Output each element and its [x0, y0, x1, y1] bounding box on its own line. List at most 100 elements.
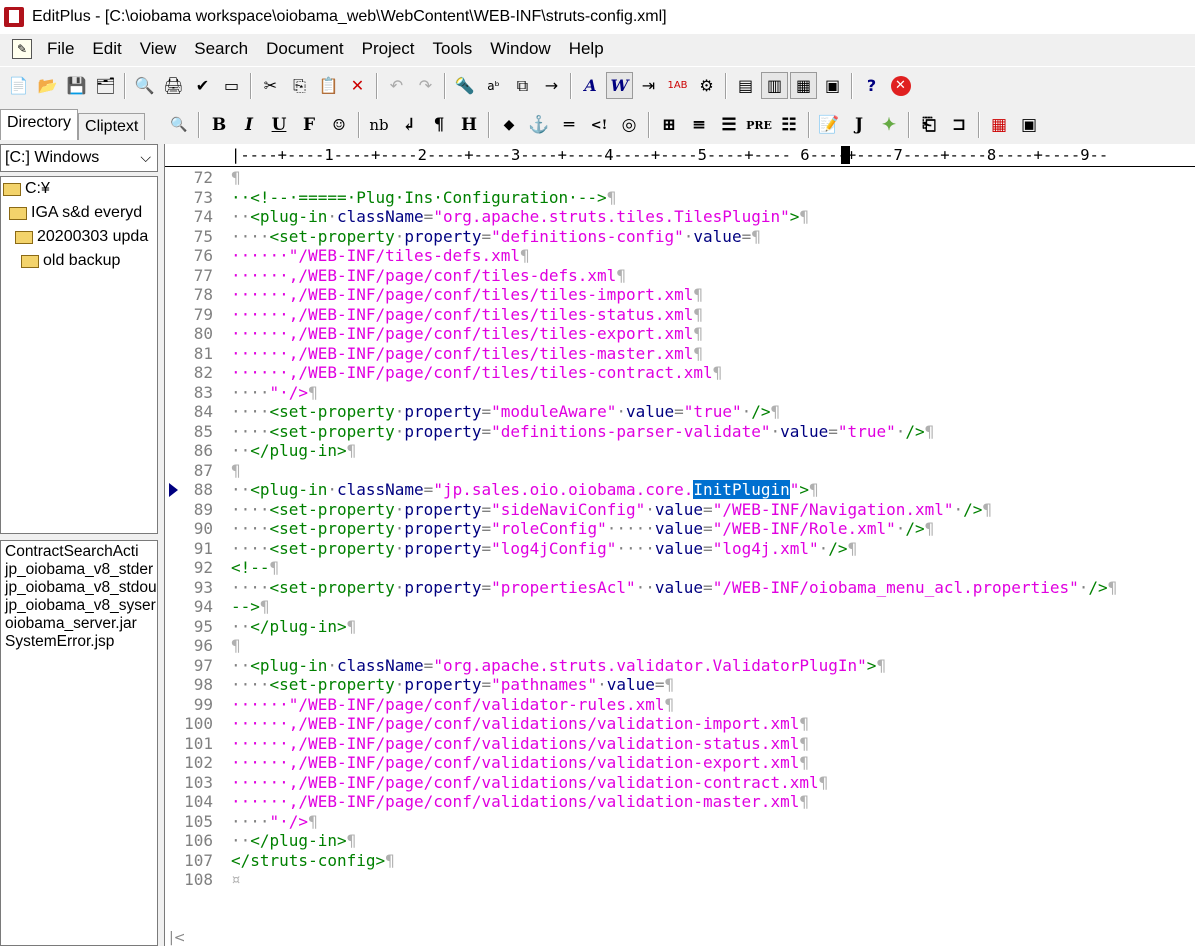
line-text[interactable]: ······,/WEB-INF/page/conf/validations/va…: [231, 792, 809, 812]
line-text[interactable]: ······,/WEB-INF/page/conf/tiles/tiles-im…: [231, 285, 703, 305]
line-text[interactable]: ¶: [231, 461, 241, 481]
line-text[interactable]: ····<set-property·property="definitions-…: [231, 422, 934, 442]
heading-icon[interactable]: H: [455, 111, 483, 139]
menu-file[interactable]: File: [38, 39, 83, 59]
form-icon[interactable]: 📝: [815, 111, 843, 139]
output-window-icon[interactable]: ▥: [761, 72, 788, 99]
code-line[interactable]: 81 ······,/WEB-INF/page/conf/tiles/tiles-…: [165, 344, 1195, 364]
line-text[interactable]: <!--¶: [231, 558, 279, 578]
horizontal-scrollbar[interactable]: |<: [169, 930, 1189, 946]
code-line[interactable]: 96 ¶: [165, 636, 1195, 656]
code-line[interactable]: 97 ··<plug-in·className="org.apache.strut…: [165, 656, 1195, 676]
file-list[interactable]: ContractSearchActi jp_oiobama_v8_stder j…: [0, 540, 158, 946]
code-line[interactable]: 84 ····<set-property·property="moduleAwar…: [165, 402, 1195, 422]
spellcheck-icon[interactable]: ✔: [189, 72, 216, 99]
toolbar-toggle-icon[interactable]: ▤: [732, 72, 759, 99]
image-icon[interactable]: ◆: [495, 111, 523, 139]
code-line[interactable]: 92 <!--¶: [165, 558, 1195, 578]
document-menu-icon[interactable]: ✎: [12, 39, 32, 59]
fullscreen-icon[interactable]: ▣: [819, 72, 846, 99]
help-icon[interactable]: ?: [858, 72, 885, 99]
code-line[interactable]: 79 ······,/WEB-INF/page/conf/tiles/tiles-…: [165, 305, 1195, 325]
chevron-down-icon[interactable]: ⌵: [140, 149, 151, 166]
code-line[interactable]: 95 ··</plug-in>¶: [165, 617, 1195, 637]
tree-item[interactable]: 20200303 upda: [1, 225, 157, 249]
list-item[interactable]: SystemError.jsp: [1, 633, 157, 651]
menu-tools[interactable]: Tools: [424, 39, 482, 59]
replace-icon[interactable]: aᵇ: [480, 72, 507, 99]
code-line[interactable]: 90 ····<set-property·property="roleConfig…: [165, 519, 1195, 539]
print-icon[interactable]: 🖨: [160, 72, 187, 99]
line-text[interactable]: ······"/WEB-INF/tiles-defs.xml¶: [231, 246, 530, 266]
find-icon[interactable]: 🔦: [451, 72, 478, 99]
line-text[interactable]: ······,/WEB-INF/page/conf/validations/va…: [231, 714, 809, 734]
line-text[interactable]: ····<set-property·property="sideNaviConf…: [231, 500, 992, 520]
find-in-files-icon[interactable]: ⧉: [509, 72, 536, 99]
code-line[interactable]: 99 ······"/WEB-INF/page/conf/validator-ru…: [165, 695, 1195, 715]
code-line[interactable]: 91 ····<set-property·property="log4jConfi…: [165, 539, 1195, 559]
code-line[interactable]: 82 ······,/WEB-INF/page/conf/tiles/tiles-…: [165, 363, 1195, 383]
line-text[interactable]: ······,/WEB-INF/page/conf/tiles/tiles-ma…: [231, 344, 703, 364]
line-text[interactable]: ······,/WEB-INF/page/conf/tiles/tiles-st…: [231, 305, 703, 325]
line-text[interactable]: ··<!--·=====·Plug·Ins·Configuration·-->¶: [231, 188, 616, 208]
tree-item[interactable]: IGA s&d everyd: [1, 201, 157, 225]
list-item[interactable]: ContractSearchActi: [1, 543, 157, 561]
tree-item[interactable]: C:¥: [1, 177, 157, 201]
line-text[interactable]: ······,/WEB-INF/page/conf/validations/va…: [231, 773, 828, 793]
code-line[interactable]: 103 ······,/WEB-INF/page/conf/validations…: [165, 773, 1195, 793]
line-text[interactable]: ¤: [231, 870, 241, 890]
new-file-icon[interactable]: 📄: [5, 72, 32, 99]
code-line[interactable]: 76 ······"/WEB-INF/tiles-defs.xml¶: [165, 246, 1195, 266]
nbsp-icon[interactable]: nb: [365, 111, 393, 139]
editor-pane[interactable]: |----+----1----+----2----+----3----+----…: [164, 144, 1195, 946]
list-item[interactable]: jp_oiobama_v8_stdou: [1, 579, 157, 597]
delete-icon[interactable]: ✕: [344, 72, 371, 99]
code-line[interactable]: 78 ······,/WEB-INF/page/conf/tiles/tiles-…: [165, 285, 1195, 305]
line-text[interactable]: ··<plug-in·className="org.apache.struts.…: [231, 656, 886, 676]
code-line[interactable]: 86 ··</plug-in>¶: [165, 441, 1195, 461]
line-text[interactable]: ¶: [231, 168, 241, 188]
menu-search[interactable]: Search: [185, 39, 257, 59]
directory-tree[interactable]: C:¥ IGA s&d everyd 20200303 upda old bac…: [0, 176, 158, 534]
settings-icon[interactable]: ⚙: [693, 72, 720, 99]
line-text[interactable]: ····<set-property·property="pathnames"·v…: [231, 675, 674, 695]
line-text[interactable]: </struts-config>¶: [231, 851, 395, 871]
menu-edit[interactable]: Edit: [83, 39, 130, 59]
bold-icon[interactable]: B: [205, 111, 233, 139]
line-text[interactable]: -->¶: [231, 597, 270, 617]
line-text[interactable]: ······,/WEB-INF/page/conf/validations/va…: [231, 753, 809, 773]
html-preview-icon[interactable]: ▭: [218, 72, 245, 99]
menu-project[interactable]: Project: [353, 39, 424, 59]
tab-directory[interactable]: Directory: [0, 109, 79, 140]
list-item[interactable]: oiobama_server.jar: [1, 615, 157, 633]
code-line[interactable]: 75 ····<set-property·property="definition…: [165, 227, 1195, 247]
code-line[interactable]: 100 ······,/WEB-INF/page/conf/validations…: [165, 714, 1195, 734]
menu-help[interactable]: Help: [560, 39, 613, 59]
close-icon[interactable]: ✕: [887, 72, 914, 99]
code-line[interactable]: 104 ······,/WEB-INF/page/conf/validations…: [165, 792, 1195, 812]
code-line[interactable]: 105 ····"·/>¶: [165, 812, 1195, 832]
line-text[interactable]: ······,/WEB-INF/page/conf/validations/va…: [231, 734, 809, 754]
code-area[interactable]: 72 ¶ 73 ··<!--·=====·Plug·Ins·Configuration…: [165, 168, 1195, 890]
code-line[interactable]: 106 ··</plug-in>¶: [165, 831, 1195, 851]
word-wrap-icon[interactable]: W: [606, 72, 633, 99]
paragraph-icon[interactable]: ¶: [425, 111, 453, 139]
line-text[interactable]: ······,/WEB-INF/page/conf/tiles-defs.xml…: [231, 266, 626, 286]
code-line[interactable]: 101 ······,/WEB-INF/page/conf/validations…: [165, 734, 1195, 754]
line-text[interactable]: ··</plug-in>¶: [231, 617, 356, 637]
cut-icon[interactable]: ✂: [257, 72, 284, 99]
drive-select[interactable]: [C:] Windows ⌵: [0, 144, 158, 172]
code-line[interactable]: 93 ····<set-property·property="properties…: [165, 578, 1195, 598]
list-item[interactable]: jp_oiobama_v8_syser: [1, 597, 157, 615]
color-palette-icon[interactable]: ▦: [985, 111, 1013, 139]
list-align-icon[interactable]: ☰: [715, 111, 743, 139]
copy-icon[interactable]: ⎘: [286, 72, 313, 99]
line-text[interactable]: ··</plug-in>¶: [231, 441, 356, 461]
line-text[interactable]: ····<set-property·property="definitions-…: [231, 227, 761, 247]
comment-icon[interactable]: <!: [585, 111, 613, 139]
align-icon[interactable]: ≡: [685, 111, 713, 139]
javascript-icon[interactable]: J: [845, 111, 873, 139]
code-line[interactable]: 80 ······,/WEB-INF/page/conf/tiles/tiles-…: [165, 324, 1195, 344]
code-line[interactable]: 89 ····<set-property·property="sideNaviCo…: [165, 500, 1195, 520]
redo-icon[interactable]: ↷: [412, 72, 439, 99]
